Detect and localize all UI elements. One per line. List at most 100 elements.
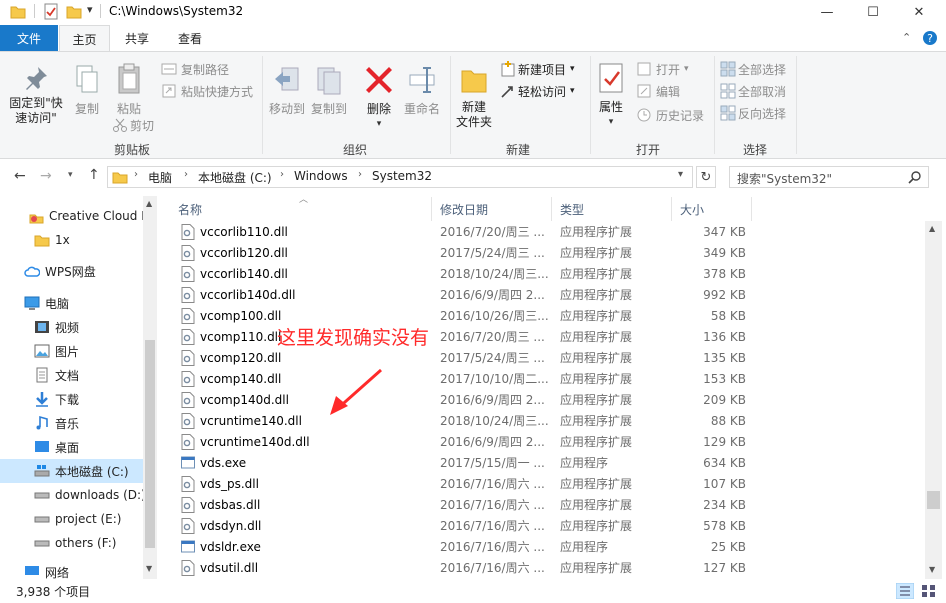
table-row[interactable]: vds.exe 2017/5/15/周一 ... 应用程序 634 KB [170, 452, 930, 473]
nav-item-1x[interactable]: 1x [0, 228, 143, 252]
folder-icon[interactable] [10, 3, 26, 20]
table-row[interactable]: vdsdyn.dll 2016/7/16/周六 ... 应用程序扩展 578 KB [170, 515, 930, 536]
nav-item-drive-d[interactable]: downloads (D:) [0, 483, 143, 507]
nav-item-drive-c[interactable]: 本地磁盘 (C:) [0, 459, 143, 483]
address-dropdown-icon[interactable]: ▾ [678, 169, 683, 180]
help-icon[interactable]: ? [922, 30, 938, 46]
cut-button[interactable]: 剪切 [112, 116, 154, 134]
nav-item-drive-f[interactable]: others (F:) [0, 531, 143, 555]
new-folder-button[interactable]: 新建 文件夹 [452, 64, 496, 130]
scroll-down-icon[interactable]: ▼ [929, 565, 935, 574]
details-view-icon[interactable] [896, 583, 914, 599]
nav-item-drive-e[interactable]: project (E:) [0, 507, 143, 531]
dll-file-icon [181, 307, 195, 324]
edit-button[interactable]: 编辑 [636, 82, 680, 100]
copy-path-button[interactable]: 复制路径 [161, 60, 229, 78]
rename-button[interactable]: 重命名 [402, 64, 442, 117]
breadcrumb-windows[interactable]: Windows [294, 169, 348, 183]
back-icon[interactable]: ← [14, 168, 26, 184]
properties-icon[interactable] [43, 3, 59, 20]
paste-button[interactable]: 粘贴 [110, 62, 148, 117]
table-row[interactable]: vcomp140d.dll 2016/6/9/周四 2... 应用程序扩展 209 K… [170, 389, 930, 410]
nav-scrollbar[interactable]: ▲ ▼ [143, 196, 157, 579]
file-name: vccorlib140.dll [181, 263, 436, 284]
copy-to-button[interactable]: 复制到 [308, 64, 350, 117]
nav-item-network[interactable]: 网络 [0, 564, 143, 579]
search-input[interactable]: 搜索"System32" [729, 166, 929, 188]
nav-item-wps-cloud[interactable]: WPS网盘 [0, 259, 143, 283]
open-dropdown-icon[interactable]: ▾ [684, 64, 689, 74]
column-header-type[interactable]: 类型 [552, 197, 672, 221]
quick-access-dropdown-icon[interactable]: ▾ [87, 3, 93, 16]
new-item-dropdown-icon[interactable]: ▾ [570, 64, 575, 74]
nav-item-downloads[interactable]: 下载 [0, 387, 143, 411]
new-folder-icon[interactable] [66, 3, 82, 20]
tab-home[interactable]: 主页 [59, 25, 110, 52]
paste-shortcut-button[interactable]: 粘贴快捷方式 [161, 82, 253, 100]
new-item-button[interactable]: 新建项目 ▾ [500, 60, 575, 78]
maximize-button[interactable]: ☐ [850, 0, 896, 24]
delete-button[interactable]: 删除 ▾ [360, 64, 398, 132]
nav-scroll-thumb[interactable] [145, 340, 155, 548]
column-header-name[interactable]: 名称 [170, 197, 432, 221]
delete-dropdown-icon[interactable]: ▾ [360, 117, 398, 132]
table-row[interactable]: vcomp140.dll 2017/10/10/周二... 应用程序扩展 153 KB [170, 368, 930, 389]
table-row[interactable]: vcomp120.dll 2017/5/24/周三 ... 应用程序扩展 135 KB [170, 347, 930, 368]
pin-quick-access-button[interactable]: 固定到"快 速访问" [6, 64, 66, 126]
edit-icon [637, 84, 651, 98]
minimize-button[interactable]: — [804, 0, 850, 24]
invert-selection-button[interactable]: 反向选择 [720, 104, 786, 122]
collapse-ribbon-icon[interactable]: ⌃ [902, 31, 911, 44]
file-type: 应用程序扩展 [560, 498, 633, 512]
divider [100, 4, 101, 18]
tab-view[interactable]: 查看 [165, 25, 215, 51]
up-icon[interactable]: ↑ [88, 167, 100, 183]
table-row[interactable]: vccorlib110.dll 2016/7/20/周三 ... 应用程序扩展 347… [170, 221, 930, 242]
table-row[interactable]: vccorlib140.dll 2018/10/24/周三... 应用程序扩展 378… [170, 263, 930, 284]
column-header-date[interactable]: 修改日期 [432, 197, 552, 221]
forward-icon[interactable]: → [40, 168, 52, 184]
list-scrollbar[interactable]: ▲ ▼ [925, 221, 942, 579]
nav-item-computer[interactable]: 电脑 [0, 291, 143, 315]
nav-item-videos[interactable]: 视频 [0, 315, 143, 339]
refresh-icon[interactable]: ↻ [696, 166, 716, 188]
easy-access-button[interactable]: 轻松访问 ▾ [500, 82, 575, 100]
scroll-up-icon[interactable]: ▲ [929, 224, 935, 233]
table-row[interactable]: vcruntime140d.dll 2016/6/9/周四 2... 应用程序扩展 1… [170, 431, 930, 452]
easy-access-dropdown-icon[interactable]: ▾ [570, 86, 575, 96]
column-header-size[interactable]: 大小 [672, 197, 752, 221]
tab-file[interactable]: 文件 [0, 25, 58, 51]
recent-dropdown-icon[interactable]: ▾ [68, 170, 73, 180]
copy-button[interactable]: 复制 [68, 64, 106, 117]
table-row[interactable]: vdsbas.dll 2016/7/16/周六 ... 应用程序扩展 234 KB [170, 494, 930, 515]
properties-button[interactable]: 属性 ▾ [594, 62, 628, 130]
table-row[interactable]: vcruntime140.dll 2018/10/24/周三... 应用程序扩展 88… [170, 410, 930, 431]
breadcrumb-computer[interactable]: 电脑 [148, 169, 172, 186]
open-button[interactable]: 打开 ▾ [636, 60, 689, 78]
nav-item-documents[interactable]: 文档 [0, 363, 143, 387]
scroll-up-icon[interactable]: ▲ [146, 199, 152, 208]
large-icons-view-icon[interactable] [920, 583, 938, 599]
scroll-down-icon[interactable]: ▼ [146, 564, 152, 573]
nav-item-music[interactable]: 音乐 [0, 411, 143, 435]
table-row[interactable]: vdsutil.dll 2016/7/16/周六 ... 应用程序扩展 127 KB [170, 557, 930, 578]
close-button[interactable]: ✕ [896, 0, 942, 24]
table-row[interactable]: vds_ps.dll 2016/7/16/周六 ... 应用程序扩展 107 KB [170, 473, 930, 494]
properties-dropdown-icon[interactable]: ▾ [594, 115, 628, 130]
nav-item-pictures[interactable]: 图片 [0, 339, 143, 363]
table-row[interactable]: vdsldr.exe 2016/7/16/周六 ... 应用程序 25 KB [170, 536, 930, 557]
select-none-button[interactable]: 全部取消 [720, 82, 786, 100]
history-button[interactable]: 历史记录 [636, 106, 704, 124]
nav-item-creative-cloud[interactable]: Creative Cloud F [0, 204, 143, 228]
move-to-button[interactable]: 移动到 [266, 64, 308, 117]
breadcrumb-drive-c[interactable]: 本地磁盘 (C:) [198, 169, 272, 186]
breadcrumb-system32[interactable]: System32 [372, 169, 432, 183]
nav-item-desktop[interactable]: 桌面 [0, 435, 143, 459]
list-scroll-thumb[interactable] [927, 491, 940, 509]
tab-share[interactable]: 共享 [112, 25, 162, 51]
address-bar[interactable]: › 电脑 › 本地磁盘 (C:) › Windows › System32 ▾ [107, 166, 693, 188]
table-row[interactable]: vccorlib140d.dll 2016/6/9/周四 2... 应用程序扩展 99… [170, 284, 930, 305]
table-row[interactable]: vccorlib120.dll 2017/5/24/周三 ... 应用程序扩展 349… [170, 242, 930, 263]
search-icon[interactable] [908, 170, 922, 184]
select-all-button[interactable]: 全部选择 [720, 60, 786, 78]
